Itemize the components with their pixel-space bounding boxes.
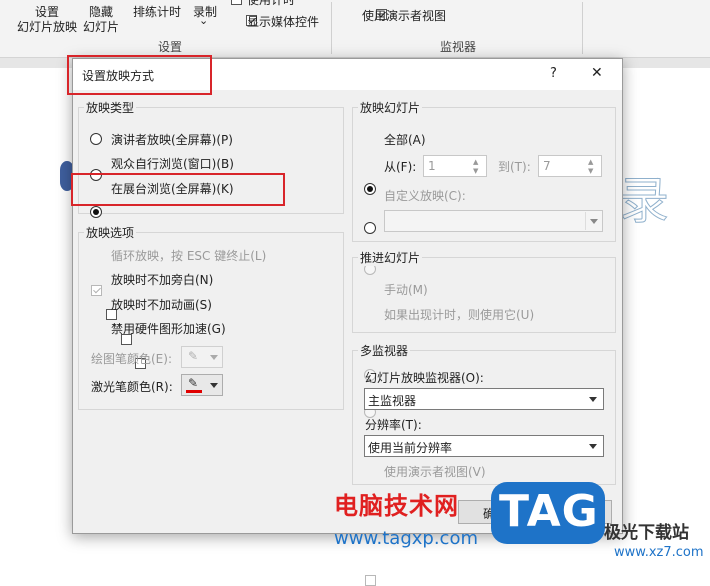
chevron-down-icon (590, 219, 598, 224)
all-slides-label[interactable]: 全部(A) (384, 131, 426, 148)
advance-slides-legend: 推进幻灯片 (358, 249, 423, 266)
use-timings-advance-label: 如果出现计时，则使用它(U) (384, 308, 535, 322)
custom-show-select[interactable] (384, 210, 603, 232)
chevron-down-icon (589, 397, 597, 402)
watermark-site-name: 电脑技术网 (334, 492, 459, 520)
from-value: 1 (428, 159, 436, 173)
watermark-site2-name: 极光下载站 (604, 523, 689, 543)
rehearse-timings-button[interactable]: 排练计时 (133, 3, 181, 20)
spin-up-icon[interactable]: ▲ (473, 158, 478, 166)
close-button[interactable]: ✕ (591, 65, 603, 81)
watermark-site-url: www.tagxp.com (334, 528, 478, 549)
ribbon: 设置 幻灯片放映 隐藏 幻灯片 排练计时 录制 ⌄ 使用计时 显示媒体控件 设置… (0, 0, 710, 58)
group-label-monitors: 监视器 (440, 40, 477, 54)
pen-color-button[interactable]: ✎ (181, 346, 223, 368)
spin-down-icon[interactable]: ▼ (473, 167, 478, 175)
presenter-view-checkbox[interactable] (365, 575, 376, 586)
watermark-logo: TAG (491, 482, 605, 544)
use-timings-label: 使用计时 (247, 0, 296, 7)
monitor-label: 幻灯片放映监视器(O): (365, 371, 484, 385)
disable-hw-label[interactable]: 禁用硬件图形加速(G) (111, 320, 226, 337)
watermark-site2-url: www.xz7.com (614, 545, 704, 560)
custom-show-label: 自定义放映(C): (384, 189, 466, 203)
from-radio[interactable] (364, 222, 376, 234)
loop-label: 循环放映，按 ESC 键终止(L) (111, 249, 267, 263)
loop-checkbox[interactable] (91, 285, 102, 296)
chevron-down-icon (210, 355, 218, 360)
show-media-controls-label: 显示媒体控件 (247, 15, 320, 29)
slide-title-partial: 录 (619, 172, 670, 230)
to-spinner[interactable]: 7 ▲ ▼ (538, 155, 602, 177)
show-slides-legend: 放映幻灯片 (358, 99, 423, 116)
show-type-legend: 放映类型 (84, 99, 137, 116)
hide-slide-button[interactable]: 幻灯片 (83, 18, 119, 35)
record-dropdown-icon[interactable]: ⌄ (199, 14, 208, 27)
laser-color-label: 激光笔颜色(R): (91, 380, 173, 394)
select-divider (585, 212, 586, 230)
laser-color-button[interactable]: ✎ (181, 374, 223, 396)
ribbon-separator (582, 2, 583, 54)
chevron-down-icon (589, 444, 597, 449)
kiosk-radio[interactable] (90, 206, 102, 218)
to-label: 到(T): (498, 160, 531, 174)
group-label-setup: 设置 (158, 40, 183, 54)
no-animation-label[interactable]: 放映时不加动画(S) (111, 296, 212, 313)
presenter-view-label: 使用演示者视图(V) (384, 465, 486, 479)
monitor-select[interactable]: 主监视器 (364, 388, 604, 410)
setup-show-button[interactable]: 幻灯片放映 (17, 18, 77, 35)
help-button[interactable]: ? (550, 66, 557, 81)
presenter-radio[interactable] (90, 133, 102, 145)
resolution-select[interactable]: 使用当前分辨率 (364, 435, 604, 457)
watermark-logo-text: TAG (499, 486, 599, 537)
laser-color-swatch (186, 390, 202, 393)
chevron-down-icon (210, 383, 218, 388)
use-presenter-view-label: 使用演示者视图 (362, 9, 447, 23)
manual-label: 手动(M) (384, 283, 428, 297)
ribbon-separator (331, 2, 332, 54)
monitors-legend: 多监视器 (358, 342, 411, 359)
no-narration-label[interactable]: 放映时不加旁白(N) (111, 271, 213, 288)
spin-down-icon[interactable]: ▼ (588, 167, 593, 175)
resolution-label: 分辨率(T): (365, 418, 422, 432)
show-options-legend: 放映选项 (84, 224, 137, 241)
resolution-value: 使用当前分辨率 (368, 441, 453, 455)
individual-label[interactable]: 观众自行浏览(窗口)(B) (111, 155, 234, 172)
use-timings-checkbox[interactable] (231, 0, 242, 5)
presenter-label[interactable]: 演讲者放映(全屏幕)(P) (111, 131, 233, 148)
monitor-value: 主监视器 (368, 394, 417, 408)
setup-show-dialog: 设置放映方式 ? ✕ 放映类型 演讲者放映(全屏幕)(P) 观众自行浏览(窗口)… (67, 55, 623, 586)
to-value: 7 (543, 159, 551, 173)
spin-up-icon[interactable]: ▲ (588, 158, 593, 166)
highlight-box-kiosk (71, 173, 285, 206)
from-spinner[interactable]: 1 ▲ ▼ (423, 155, 487, 177)
from-label[interactable]: 从(F): (384, 158, 416, 175)
pen-color-label: 绘图笔颜色(E): (91, 352, 172, 366)
pen-icon: ✎ (188, 349, 199, 363)
all-slides-radio[interactable] (364, 183, 376, 195)
pen-icon: ✎ (188, 376, 199, 390)
highlight-box-title (67, 55, 212, 95)
